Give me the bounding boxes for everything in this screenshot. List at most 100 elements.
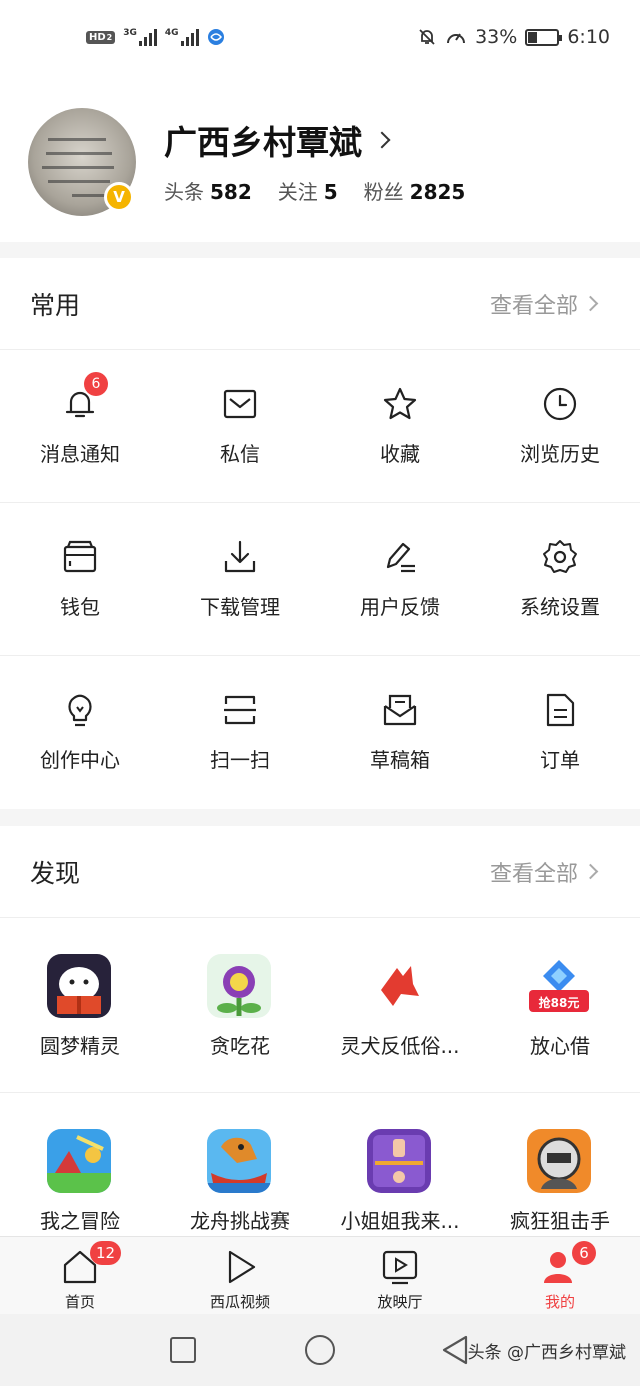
draft-box-icon bbox=[383, 694, 417, 726]
profile-name: 广西乡村覃斌 bbox=[164, 123, 362, 162]
signal-icon bbox=[138, 28, 157, 46]
app-dream-spirit[interactable]: 圆梦精灵 bbox=[0, 918, 160, 1092]
tab-label: 我的 bbox=[544, 1293, 575, 1311]
sniper-app-icon bbox=[527, 1129, 591, 1193]
menu-creator-center[interactable]: 创作中心 bbox=[0, 656, 160, 809]
menu-label: 扫一扫 bbox=[210, 748, 270, 772]
menu-scan[interactable]: 扫一扫 bbox=[160, 656, 320, 809]
mute-bell-icon bbox=[419, 29, 435, 45]
tv-icon bbox=[382, 1250, 418, 1285]
app-dragon-boat[interactable]: 龙舟挑战赛 bbox=[160, 1093, 320, 1236]
stat-articles[interactable]: 头条 582 bbox=[164, 176, 252, 205]
app-label: 贪吃花 bbox=[210, 1034, 270, 1058]
app-loan[interactable]: 抢88元 放心借 bbox=[480, 918, 640, 1092]
dream-spirit-app-icon bbox=[47, 954, 111, 1018]
tab-cinema[interactable]: 放映厅 bbox=[320, 1237, 480, 1314]
star-icon bbox=[383, 387, 417, 420]
greedy-flower-app-icon bbox=[207, 954, 271, 1018]
profile-header[interactable]: V 广西乡村覃斌 头条 582 关注 5 粉丝 2825 bbox=[0, 80, 640, 242]
adventure-app-icon bbox=[47, 1129, 111, 1193]
stat-following[interactable]: 关注 5 bbox=[278, 176, 338, 205]
menu-label: 订单 bbox=[540, 748, 580, 772]
document-icon bbox=[546, 693, 575, 727]
chevron-right-icon bbox=[582, 295, 599, 312]
app-label: 灵犬反低俗... bbox=[340, 1034, 460, 1058]
battery-icon bbox=[525, 28, 563, 46]
tab-label: 首页 bbox=[64, 1293, 95, 1311]
menu-favorites[interactable]: 收藏 bbox=[320, 350, 480, 502]
network-4g-label: 4G bbox=[164, 28, 179, 38]
hd-indicator: HD2 bbox=[86, 30, 116, 44]
clock-time: 6:10 bbox=[567, 26, 610, 48]
common-row-2: 钱包 下载管理 用户反馈 系统设置 bbox=[0, 503, 640, 656]
menu-orders[interactable]: 订单 bbox=[480, 656, 640, 809]
browser-icon bbox=[207, 29, 224, 45]
profile-name-row[interactable]: 广西乡村覃斌 bbox=[164, 116, 391, 164]
home-button[interactable] bbox=[305, 1335, 335, 1365]
view-all-link[interactable]: 查看全部 bbox=[490, 288, 578, 320]
play-icon bbox=[228, 1250, 256, 1284]
loan-promo-label: 抢88元 bbox=[538, 996, 580, 1010]
profile-stats: 头条 582 关注 5 粉丝 2825 bbox=[164, 176, 465, 205]
mail-icon bbox=[223, 389, 257, 419]
recent-apps-button[interactable] bbox=[170, 1337, 196, 1363]
network-3g-label: 3G bbox=[123, 28, 137, 38]
discover-row-2: 我之冒险 龙舟挑战赛 小姐姐我来... 疯狂狙击手 bbox=[0, 1093, 640, 1236]
notification-badge: 6 bbox=[84, 372, 108, 396]
app-sniper[interactable]: 疯狂狙击手 bbox=[480, 1093, 640, 1236]
common-section: 常用 查看全部 6 消息通知 私信 收藏 浏览历史 钱包 下载管理 用户反馈 系… bbox=[0, 258, 640, 809]
common-row-1: 6 消息通知 私信 收藏 浏览历史 bbox=[0, 350, 640, 503]
app-puzzle-girl[interactable]: 小姐姐我来... bbox=[320, 1093, 480, 1236]
section-title: 发现 bbox=[30, 859, 81, 888]
menu-label: 系统设置 bbox=[520, 595, 600, 619]
menu-label: 用户反馈 bbox=[360, 595, 440, 619]
loan-app-icon: 抢88元 bbox=[527, 954, 591, 1018]
pen-icon bbox=[386, 542, 415, 573]
back-triangle-icon[interactable] bbox=[440, 1334, 470, 1366]
menu-feedback[interactable]: 用户反馈 bbox=[320, 503, 480, 655]
menu-notifications[interactable]: 6 消息通知 bbox=[0, 350, 160, 502]
status-right: 33% 6:10 bbox=[417, 26, 610, 48]
menu-messages[interactable]: 私信 bbox=[160, 350, 320, 502]
bottom-tab-bar: 12 首页 西瓜视频 放映厅 6 我的 bbox=[0, 1236, 640, 1314]
menu-label: 私信 bbox=[220, 442, 260, 466]
app-greedy-flower[interactable]: 贪吃花 bbox=[160, 918, 320, 1092]
menu-settings[interactable]: 系统设置 bbox=[480, 503, 640, 655]
scan-icon bbox=[224, 695, 256, 725]
menu-history[interactable]: 浏览历史 bbox=[480, 350, 640, 502]
download-icon bbox=[224, 540, 256, 573]
menu-wallet[interactable]: 钱包 bbox=[0, 503, 160, 655]
common-section-header: 常用 查看全部 bbox=[0, 258, 640, 350]
status-left: HD2 3G 4G bbox=[86, 28, 225, 46]
common-row-3: 创作中心 扫一扫 草稿箱 订单 bbox=[0, 656, 640, 809]
app-label: 小姐姐我来... bbox=[340, 1209, 460, 1233]
chevron-right-icon bbox=[373, 131, 391, 149]
app-label: 龙舟挑战赛 bbox=[190, 1209, 290, 1233]
clock-icon bbox=[543, 387, 577, 421]
dog-app-icon bbox=[367, 954, 431, 1018]
stat-followers[interactable]: 粉丝 2825 bbox=[364, 176, 466, 205]
view-all-link[interactable]: 查看全部 bbox=[490, 856, 578, 888]
chevron-right-icon bbox=[582, 863, 599, 880]
system-navigation-bar: 头条 @广西乡村覃斌 bbox=[0, 1314, 640, 1386]
app-label: 疯狂狙击手 bbox=[510, 1209, 610, 1233]
verified-badge: V bbox=[104, 182, 134, 212]
dragon-boat-app-icon bbox=[207, 1129, 271, 1193]
menu-label: 创作中心 bbox=[40, 748, 120, 772]
app-dog-filter[interactable]: 灵犬反低俗... bbox=[320, 918, 480, 1092]
menu-downloads[interactable]: 下载管理 bbox=[160, 503, 320, 655]
menu-drafts[interactable]: 草稿箱 bbox=[320, 656, 480, 809]
tab-mine[interactable]: 6 我的 bbox=[480, 1237, 640, 1314]
menu-label: 草稿箱 bbox=[370, 748, 430, 772]
tab-xigua-video[interactable]: 西瓜视频 bbox=[160, 1237, 320, 1314]
puzzle-girl-app-icon bbox=[367, 1129, 431, 1193]
menu-label: 钱包 bbox=[60, 595, 100, 619]
app-adventure[interactable]: 我之冒险 bbox=[0, 1093, 160, 1236]
tab-label: 放映厅 bbox=[377, 1293, 423, 1311]
mine-badge: 6 bbox=[572, 1241, 596, 1265]
discover-section: 发现 查看全部 圆梦精灵 贪吃花 灵犬反低俗... 抢88元 放心借 我之冒险 … bbox=[0, 826, 640, 1236]
tab-home[interactable]: 12 首页 bbox=[0, 1237, 160, 1314]
home-badge: 12 bbox=[90, 1241, 122, 1265]
speed-gauge-icon bbox=[447, 33, 466, 44]
app-label: 放心借 bbox=[530, 1034, 590, 1058]
